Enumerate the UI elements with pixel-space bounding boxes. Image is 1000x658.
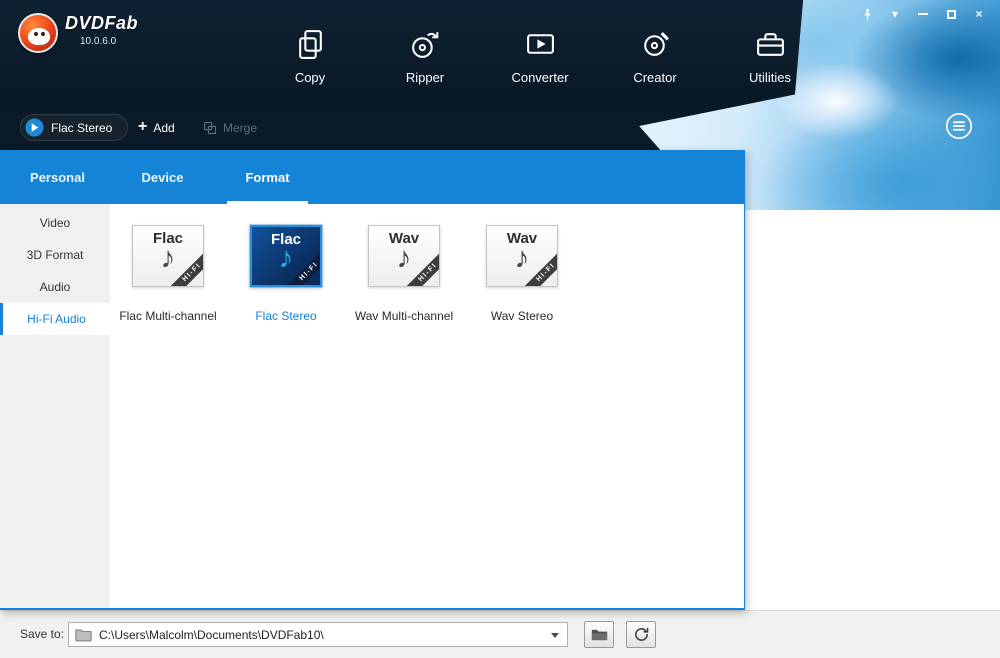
tab-format[interactable]: Format	[215, 150, 320, 204]
format-option-wav-stereo[interactable]: Wav♪HI-FI Wav Stereo	[486, 225, 558, 327]
nav-item-copy[interactable]: Copy	[275, 27, 345, 85]
format-label: Flac Stereo	[255, 309, 316, 323]
main-nav: Copy Ripper Converter Creator Utilities	[275, 27, 805, 85]
format-option-flac-multi-channel[interactable]: Flac♪HI-FIFlac Multi-channel	[132, 225, 204, 327]
browse-folder-button[interactable]	[584, 621, 614, 648]
app-title: DVDFab	[65, 13, 138, 34]
nav-item-utilities[interactable]: Utilities	[735, 27, 805, 85]
nav-label: Ripper	[406, 70, 444, 85]
plus-icon: +	[138, 118, 147, 136]
profile-selector-button[interactable]: Flac Stereo	[20, 114, 128, 141]
format-option-flac-stereo[interactable]: Flac♪HI-FI Flac Stereo	[250, 225, 322, 327]
maximize-icon[interactable]	[944, 7, 958, 21]
format-card: Wav♪HI-FI	[486, 225, 558, 287]
refresh-button[interactable]	[626, 621, 656, 648]
format-label: Wav Stereo	[491, 309, 553, 323]
add-label: Add	[153, 121, 174, 135]
format-card: Flac♪HI-FI	[250, 225, 322, 287]
merge-label: Merge	[223, 121, 257, 135]
profile-label: Flac Stereo	[51, 121, 112, 135]
music-note-icon: ♪	[397, 242, 412, 276]
folder-icon	[75, 628, 92, 642]
nav-label: Copy	[295, 70, 325, 85]
nav-label: Creator	[633, 70, 676, 85]
format-content: Flac♪HI-FIFlac Multi-channelFlac♪HI-FIFl…	[110, 204, 744, 608]
nav-item-converter[interactable]: Converter	[505, 27, 575, 85]
utilities-icon	[753, 27, 787, 61]
app-version: 10.0.6.0	[65, 36, 138, 47]
minimize-to-tray-icon[interactable]: ▾	[888, 7, 902, 21]
minimize-icon[interactable]	[916, 7, 930, 21]
format-card: Flac♪HI-FI	[132, 225, 204, 287]
format-chooser-panel: PersonalDeviceFormat Video3D FormatAudio…	[0, 150, 745, 610]
music-note-icon: ♪	[161, 242, 176, 276]
list-circle-icon	[944, 111, 974, 141]
creator-icon	[638, 27, 672, 61]
window-controls: ▾ ×	[860, 7, 986, 21]
save-path-value: C:\Users\Malcolm\Documents\DVDFab10\	[99, 628, 324, 642]
nav-label: Utilities	[749, 70, 791, 85]
music-note-icon: ♪	[279, 242, 294, 276]
task-queue-button[interactable]	[944, 111, 974, 146]
pin-icon[interactable]	[860, 7, 874, 21]
dvdfab-logo-icon	[18, 13, 58, 53]
sidebar-item-audio[interactable]: Audio	[0, 271, 110, 303]
tab-device[interactable]: Device	[110, 150, 215, 204]
nav-item-creator[interactable]: Creator	[620, 27, 690, 85]
converter-icon	[523, 27, 557, 61]
format-card: Wav♪HI-FI	[368, 225, 440, 287]
profile-target-icon	[25, 118, 44, 137]
panel-tabbar: PersonalDeviceFormat	[0, 150, 744, 204]
format-label: Flac Multi-channel	[119, 309, 216, 323]
merge-icon	[203, 121, 217, 135]
refresh-icon	[633, 626, 650, 643]
format-label: Wav Multi-channel	[355, 309, 453, 323]
ripper-icon	[408, 27, 442, 61]
save-to-label: Save to:	[20, 627, 64, 641]
tab-personal[interactable]: Personal	[5, 150, 110, 204]
sidebar-item-hi-fi-audio[interactable]: Hi-Fi Audio	[0, 303, 110, 335]
sidebar-item-video[interactable]: Video	[0, 207, 110, 239]
nav-label: Converter	[511, 70, 568, 85]
app-logo-area: DVDFab 10.0.6.0	[18, 13, 138, 53]
category-sidebar: Video3D FormatAudioHi-Fi Audio	[0, 204, 110, 608]
nav-item-ripper[interactable]: Ripper	[390, 27, 460, 85]
format-grid: Flac♪HI-FIFlac Multi-channelFlac♪HI-FIFl…	[132, 225, 744, 327]
sidebar-item-3d-format[interactable]: 3D Format	[0, 239, 110, 271]
merge-button[interactable]: Merge	[203, 114, 257, 141]
close-icon[interactable]: ×	[972, 7, 986, 21]
format-option-wav-multi-channel[interactable]: Wav♪HI-FIWav Multi-channel	[368, 225, 440, 327]
folder-open-icon	[591, 628, 608, 642]
save-path-combobox[interactable]: C:\Users\Malcolm\Documents\DVDFab10\	[68, 622, 568, 647]
add-source-button[interactable]: + Add	[138, 114, 175, 141]
combo-dropdown-icon[interactable]	[551, 633, 559, 638]
copy-icon	[293, 27, 327, 61]
music-note-icon: ♪	[515, 242, 530, 276]
footer-bar: Save to: C:\Users\Malcolm\Documents\DVDF…	[0, 610, 1000, 658]
